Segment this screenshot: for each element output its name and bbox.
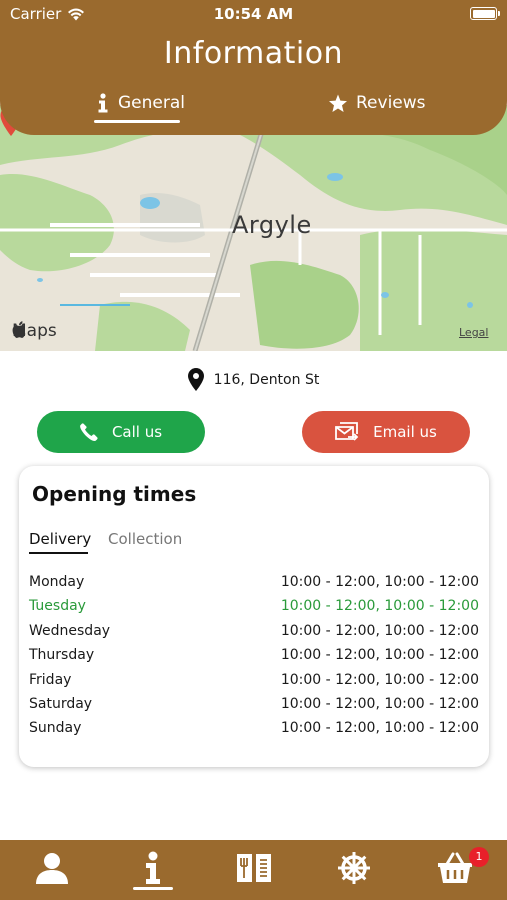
tab-profile[interactable]: [32, 848, 72, 888]
hours-value: 10:00 - 12:00, 10:00 - 12:00: [280, 647, 479, 663]
day-label: Tuesday: [29, 598, 86, 614]
opening-times-title: Opening times: [32, 482, 197, 506]
hours-value: 10:00 - 12:00, 10:00 - 12:00: [280, 574, 479, 590]
hours-row-sunday: Sunday 10:00 - 12:00, 10:00 - 12:00: [29, 720, 479, 736]
tab-collection[interactable]: Collection: [108, 530, 182, 548]
hours-row-tuesday: Tuesday 10:00 - 12:00, 10:00 - 12:00: [29, 598, 479, 614]
tab-reviews-label: Reviews: [356, 93, 426, 113]
hours-row-saturday: Saturday 10:00 - 12:00, 10:00 - 12:00: [29, 696, 479, 712]
tab-settings[interactable]: [334, 848, 374, 888]
opening-times-card: Opening times Delivery Collection Monday…: [19, 466, 489, 767]
active-tab-indicator: [133, 887, 173, 890]
maps-logo: Maps: [12, 321, 57, 341]
info-icon: [98, 93, 108, 113]
location-pin-icon: [187, 368, 204, 391]
status-bar: Carrier 10:54 AM: [0, 0, 507, 28]
email-us-label: Email us: [373, 423, 437, 441]
active-subtab-indicator: [29, 552, 88, 554]
hours-value: 10:00 - 12:00, 10:00 - 12:00: [280, 720, 479, 736]
clock: 10:54 AM: [213, 5, 294, 23]
menu-book-icon: [237, 854, 271, 882]
email-icon: [335, 422, 359, 441]
day-label: Saturday: [29, 696, 93, 712]
map-view[interactable]: Argyle Maps Legal: [0, 105, 507, 351]
tab-general-label: General: [118, 93, 185, 113]
header: Carrier 10:54 AM Information General Rev…: [0, 0, 507, 135]
info-icon: [146, 851, 160, 884]
tab-delivery[interactable]: Delivery: [29, 530, 91, 548]
tab-reviews[interactable]: Reviews: [328, 93, 426, 113]
call-us-label: Call us: [111, 423, 163, 441]
tab-menu[interactable]: [234, 848, 274, 888]
hours-row-friday: Friday 10:00 - 12:00, 10:00 - 12:00: [29, 672, 479, 688]
hours-value: 10:00 - 12:00, 10:00 - 12:00: [280, 696, 479, 712]
basket-count-badge: 1: [469, 847, 489, 867]
day-label: Thursday: [29, 647, 95, 663]
active-tab-indicator: [94, 120, 180, 123]
apple-logo-icon: [12, 321, 26, 338]
basket-icon: [438, 852, 472, 883]
day-label: Monday: [29, 574, 85, 590]
hours-row-monday: Monday 10:00 - 12:00, 10:00 - 12:00: [29, 574, 479, 590]
tab-info[interactable]: [133, 848, 173, 888]
address-row: 116, Denton St: [0, 368, 507, 391]
profile-icon: [36, 853, 68, 884]
settings-wheel-icon: [338, 852, 370, 884]
hours-row-wednesday: Wednesday 10:00 - 12:00, 10:00 - 12:00: [29, 623, 479, 639]
phone-icon: [80, 423, 98, 441]
star-icon: [329, 94, 347, 112]
page-title: Information: [163, 36, 344, 71]
day-label: Friday: [29, 672, 72, 688]
day-label: Wednesday: [29, 623, 111, 639]
battery-icon: [470, 7, 500, 20]
map-town-label: Argyle: [232, 211, 312, 239]
hours-value: 10:00 - 12:00, 10:00 - 12:00: [280, 672, 479, 688]
hours-row-thursday: Thursday 10:00 - 12:00, 10:00 - 12:00: [29, 647, 479, 663]
hours-value: 10:00 - 12:00, 10:00 - 12:00: [280, 598, 479, 614]
address-text: 116, Denton St: [213, 371, 320, 388]
bottom-tab-bar: [0, 840, 507, 900]
day-label: Sunday: [29, 720, 82, 736]
legal-link[interactable]: Legal: [459, 326, 488, 339]
tab-general[interactable]: General: [96, 93, 185, 113]
email-us-button[interactable]: Email us: [302, 411, 470, 453]
call-us-button[interactable]: Call us: [37, 411, 205, 453]
hours-value: 10:00 - 12:00, 10:00 - 12:00: [280, 623, 479, 639]
